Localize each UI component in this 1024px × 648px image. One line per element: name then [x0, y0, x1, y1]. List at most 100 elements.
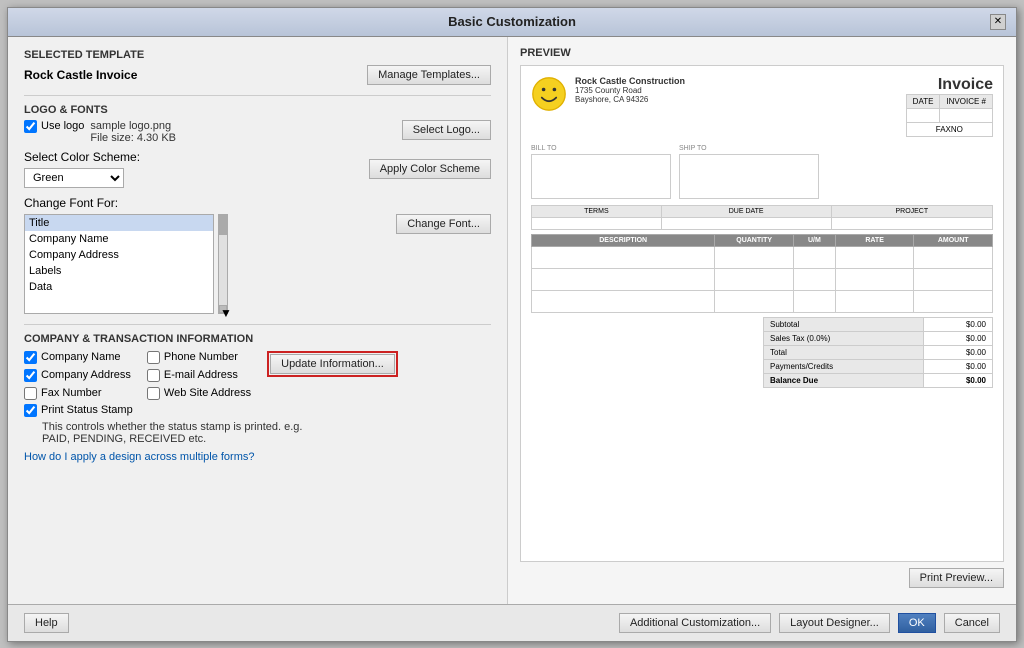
website-label: Web Site Address: [164, 387, 251, 399]
font-list-scrollbar[interactable]: ▼: [218, 214, 228, 314]
website-checkbox[interactable]: [147, 387, 160, 400]
scrollbar-down-arrow[interactable]: ▼: [219, 305, 227, 313]
cancel-button[interactable]: Cancel: [944, 613, 1000, 633]
color-scheme-left: Select Color Scheme: Green: [24, 150, 140, 188]
email-address-checkbox-label[interactable]: E-mail Address: [147, 369, 251, 382]
inv-title-area: Invoice DATE INVOICE # FAXNO: [906, 76, 993, 137]
company-info-section: COMPANY & TRANSACTION INFORMATION Compan…: [24, 333, 491, 463]
apply-color-scheme-button[interactable]: Apply Color Scheme: [369, 159, 491, 179]
basic-customization-dialog: Basic Customization ✕ SELECTED TEMPLATE …: [7, 7, 1017, 642]
phone-number-checkbox[interactable]: [147, 351, 160, 364]
invoice-num-header: INVOICE #: [940, 94, 993, 108]
use-logo-checkbox[interactable]: [24, 120, 37, 133]
qty-row2: [715, 268, 794, 290]
font-item-company-address[interactable]: Company Address: [25, 247, 213, 263]
use-logo-checkbox-label[interactable]: Use logo: [24, 120, 84, 133]
desc-row3: [532, 290, 715, 312]
info-col1: Company Name Company Address Fax Number: [24, 351, 131, 400]
bill-to-label: BILL TO: [531, 145, 671, 152]
left-panel: SELECTED TEMPLATE Rock Castle Invoice Ma…: [8, 37, 508, 604]
logo-fonts-section: LOGO & FONTS Use logo sample logo.png Fi…: [24, 104, 491, 314]
date-value: [906, 108, 940, 122]
invoice-num-value: [940, 108, 993, 122]
fax-number-label: Fax Number: [41, 387, 102, 399]
qty-row1: [715, 246, 794, 268]
email-address-checkbox[interactable]: [147, 369, 160, 382]
logo-filesize: File size: 4.30 KB: [90, 132, 176, 144]
inv-company-address: 1735 County Road: [575, 86, 685, 95]
help-link[interactable]: How do I apply a design across multiple …: [24, 451, 255, 463]
inv-address-row: BILL TO SHIP TO: [531, 145, 993, 199]
font-item-company-name[interactable]: Company Name: [25, 231, 213, 247]
update-btn-container: Update Information...: [267, 351, 398, 400]
total-label: Total: [764, 345, 924, 359]
select-logo-button[interactable]: Select Logo...: [402, 120, 491, 140]
print-stamp-checkbox[interactable]: [24, 404, 37, 417]
change-font-button[interactable]: Change Font...: [396, 214, 491, 234]
sales-tax-val: $0.00: [923, 331, 992, 345]
font-item-data[interactable]: Data: [25, 279, 213, 295]
project-value: [831, 217, 992, 229]
help-button[interactable]: Help: [24, 613, 69, 633]
logo-filename: sample logo.png: [90, 120, 176, 132]
selected-template-label: SELECTED TEMPLATE: [24, 49, 491, 61]
description-header: DESCRIPTION: [532, 234, 715, 246]
print-stamp-checkbox-label[interactable]: Print Status Stamp: [24, 404, 133, 417]
inv-company: Rock Castle Construction 1735 County Roa…: [531, 76, 685, 137]
company-name-label: Company Name: [41, 351, 120, 363]
stamp-desc2: PAID, PENDING, RECEIVED etc.: [42, 433, 491, 445]
company-name-checkbox[interactable]: [24, 351, 37, 364]
font-item-title[interactable]: Title: [25, 215, 213, 231]
inv-totals-table: Subtotal $0.00 Sales Tax (0.0%) $0.00 To…: [763, 317, 993, 388]
bottom-bar: Help Additional Customization... Layout …: [8, 604, 1016, 641]
amount-row3: [914, 290, 993, 312]
balance-val: $0.00: [923, 373, 992, 387]
manage-templates-button[interactable]: Manage Templates...: [367, 65, 491, 85]
ship-to-content: [679, 154, 819, 199]
subtotal-row: Subtotal $0.00: [764, 317, 993, 331]
rate-row3: [835, 290, 914, 312]
update-information-button[interactable]: Update Information...: [270, 354, 395, 374]
inv-middle-table: TERMS DUE DATE PROJECT: [531, 205, 993, 230]
layout-designer-button[interactable]: Layout Designer...: [779, 613, 890, 633]
inv-company-info: Rock Castle Construction 1735 County Roa…: [575, 76, 685, 104]
inv-header: Rock Castle Construction 1735 County Roa…: [531, 76, 993, 137]
divider-2: [24, 324, 491, 325]
fax-number-checkbox-label[interactable]: Fax Number: [24, 387, 131, 400]
template-name: Rock Castle Invoice: [24, 68, 137, 82]
change-font-label: Change Font For:: [24, 196, 491, 210]
company-address-checkbox-label[interactable]: Company Address: [24, 369, 131, 382]
website-checkbox-label[interactable]: Web Site Address: [147, 387, 251, 400]
font-row: Title Company Name Company Address Label…: [24, 214, 491, 314]
ship-to-box: SHIP TO: [679, 145, 819, 199]
phone-number-label: Phone Number: [164, 351, 238, 363]
date-header: DATE: [906, 94, 940, 108]
desc-row2: [532, 268, 715, 290]
title-bar: Basic Customization ✕: [8, 8, 1016, 37]
dialog-body: SELECTED TEMPLATE Rock Castle Invoice Ma…: [8, 37, 1016, 604]
company-name-checkbox-label[interactable]: Company Name: [24, 351, 131, 364]
project-header: PROJECT: [831, 205, 992, 217]
um-header: U/M: [793, 234, 835, 246]
balance-label: Balance Due: [764, 373, 924, 387]
phone-number-checkbox-label[interactable]: Phone Number: [147, 351, 251, 364]
additional-customization-button[interactable]: Additional Customization...: [619, 613, 771, 633]
company-address-checkbox[interactable]: [24, 369, 37, 382]
color-scheme-label: Select Color Scheme:: [24, 150, 140, 164]
rate-row2: [835, 268, 914, 290]
fax-number-checkbox[interactable]: [24, 387, 37, 400]
print-preview-button[interactable]: Print Preview...: [909, 568, 1004, 588]
bill-to-box: BILL TO: [531, 145, 671, 199]
close-button[interactable]: ✕: [990, 14, 1006, 30]
font-list[interactable]: Title Company Name Company Address Label…: [24, 214, 214, 314]
sales-tax-label: Sales Tax (0.0%): [764, 331, 924, 345]
color-scheme-select[interactable]: Green: [24, 168, 124, 188]
preview-footer: Print Preview...: [520, 568, 1004, 588]
ok-button[interactable]: OK: [898, 613, 936, 633]
use-logo-label: Use logo: [41, 120, 84, 132]
font-item-labels[interactable]: Labels: [25, 263, 213, 279]
selected-template-section: SELECTED TEMPLATE Rock Castle Invoice Ma…: [24, 49, 491, 85]
amount-header: AMOUNT: [914, 234, 993, 246]
inv-company-city: Bayshore, CA 94326: [575, 95, 685, 104]
balance-row: Balance Due $0.00: [764, 373, 993, 387]
